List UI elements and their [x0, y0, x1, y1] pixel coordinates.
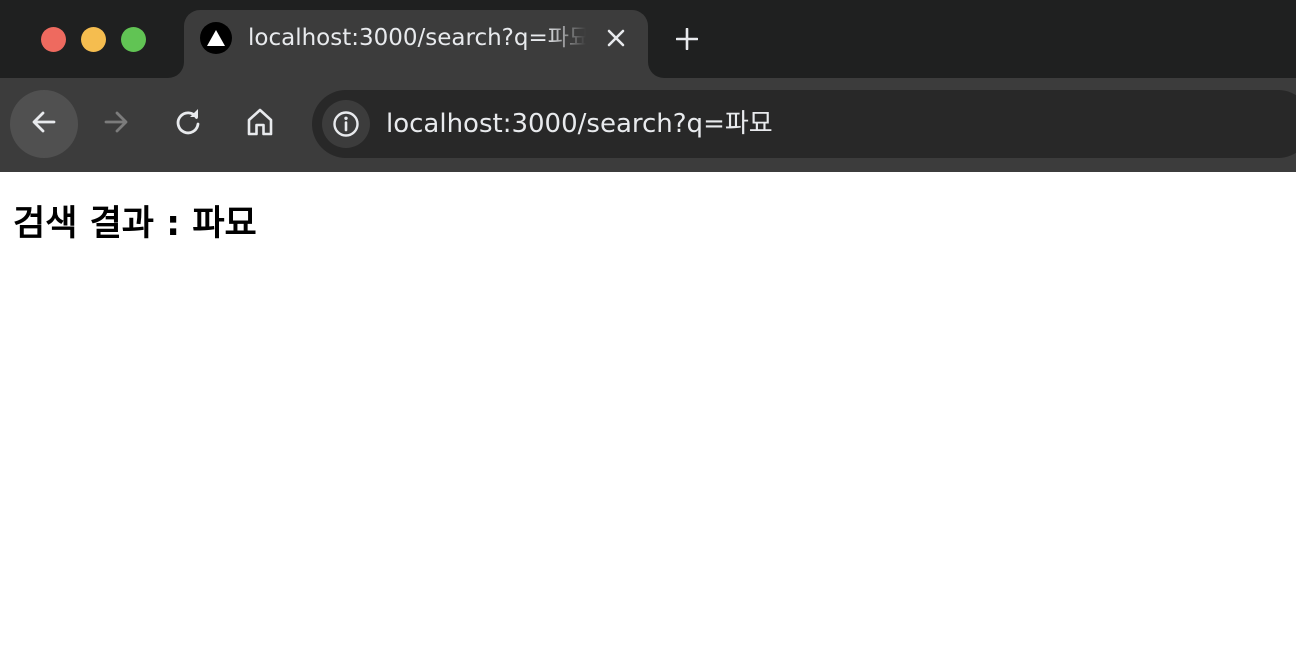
toolbar: localhost:3000/search?q=파묘: [0, 78, 1296, 172]
triangle-icon: [200, 22, 232, 54]
window-close-button[interactable]: [41, 27, 66, 52]
tab-title: localhost:3000/search?q=파묘: [248, 25, 586, 51]
close-icon[interactable]: [600, 22, 632, 54]
home-icon: [246, 107, 274, 141]
info-icon[interactable]: [322, 100, 370, 148]
address-bar[interactable]: localhost:3000/search?q=파묘: [312, 90, 1296, 158]
home-button[interactable]: [226, 90, 294, 158]
page-content: 검색 결과 : 파묘: [0, 172, 1296, 646]
window-maximize-button[interactable]: [121, 27, 146, 52]
back-button[interactable]: [10, 90, 78, 158]
forward-button[interactable]: [82, 90, 150, 158]
active-tab[interactable]: localhost:3000/search?q=파묘: [184, 10, 648, 78]
arrow-left-icon: [30, 108, 58, 140]
tab-strip: localhost:3000/search?q=파묘: [0, 0, 1296, 78]
reload-button[interactable]: [154, 90, 222, 158]
reload-icon: [174, 108, 202, 140]
arrow-right-icon: [102, 108, 130, 140]
window-minimize-button[interactable]: [81, 27, 106, 52]
browser-chrome: localhost:3000/search?q=파묘 localhost:300…: [0, 0, 1296, 172]
plus-icon[interactable]: [668, 22, 706, 56]
page-title: 검색 결과 : 파묘: [13, 204, 257, 244]
url-text[interactable]: localhost:3000/search?q=파묘: [386, 90, 773, 158]
